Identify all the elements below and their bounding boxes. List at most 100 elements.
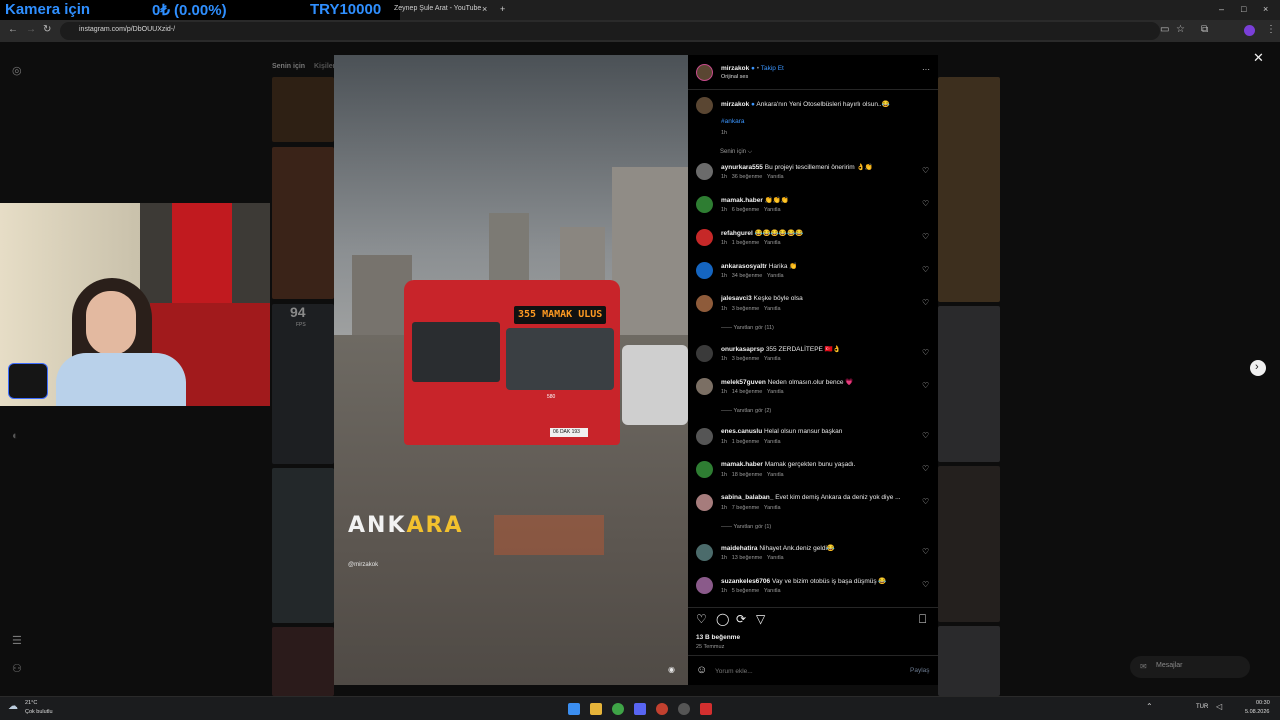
windows-start-icon[interactable]	[568, 703, 580, 715]
cast-icon[interactable]: ▭	[1160, 24, 1169, 35]
reply-button[interactable]: Yanıtla	[764, 439, 781, 445]
comment-likes[interactable]: 6 beğenme	[732, 207, 760, 213]
reply-button[interactable]: Yanıtla	[764, 207, 781, 213]
comment-likes[interactable]: 36 beğenme	[732, 174, 763, 180]
close-modal-button[interactable]: ✕	[1253, 50, 1264, 66]
hashtag-link[interactable]: #ankara	[721, 118, 745, 125]
reply-button[interactable]: Yanıtla	[767, 273, 784, 279]
mute-icon[interactable]: ◉	[668, 665, 675, 674]
feed-tile[interactable]	[938, 77, 1000, 302]
reply-button[interactable]: Yanıtla	[767, 389, 784, 395]
author-username[interactable]: mirzakok	[721, 65, 749, 72]
bookmark-star-icon[interactable]: ☆	[1176, 24, 1185, 35]
instagram-logo-icon[interactable]: ◎	[12, 64, 22, 77]
weather-icon[interactable]: ☁	[8, 701, 18, 712]
feed-tile[interactable]	[938, 626, 1000, 696]
reply-button[interactable]: Yanıtla	[764, 356, 781, 362]
feed-tile[interactable]	[938, 306, 1000, 462]
save-bookmark-icon[interactable]: ⎕	[919, 612, 926, 627]
feed-tile[interactable]	[272, 77, 334, 142]
back-icon[interactable]: ←	[8, 24, 18, 35]
comment-likes[interactable]: 1 beğenme	[732, 240, 760, 246]
comment-like-icon[interactable]: ♡	[922, 381, 929, 390]
post-comment-button[interactable]: Paylaş	[910, 667, 930, 674]
follow-button[interactable]: Takip Et	[761, 65, 784, 72]
commenter-avatar[interactable]	[696, 428, 713, 445]
commenter-username[interactable]: maidehatira	[721, 545, 758, 552]
commenter-username[interactable]: suzankeles6706	[721, 578, 770, 585]
commenter-username[interactable]: refahgurel	[721, 230, 753, 237]
app-icon[interactable]	[700, 703, 712, 715]
commenter-username[interactable]: jalesavci3	[721, 295, 752, 302]
comment-likes[interactable]: 7 beğenme	[732, 505, 760, 511]
author-avatar[interactable]	[696, 64, 713, 81]
forward-icon[interactable]: →	[26, 24, 36, 35]
comment-like-icon[interactable]: ♡	[922, 547, 929, 556]
file-explorer-icon[interactable]	[590, 703, 602, 715]
language-indicator[interactable]: TUR	[1196, 704, 1208, 710]
tray-chevron-icon[interactable]: ⌃	[1146, 702, 1153, 711]
feed-tab-for-you[interactable]: Senin için	[272, 63, 305, 70]
commenter-username[interactable]: onurkasaprsp	[721, 346, 764, 353]
share-icon[interactable]: ▽	[756, 612, 765, 626]
comment-input[interactable]	[715, 665, 895, 677]
feed-tile[interactable]	[272, 627, 334, 696]
comment-likes[interactable]: 3 beğenme	[732, 306, 760, 312]
commenter-avatar[interactable]	[696, 163, 713, 180]
reply-button[interactable]: Yanıtla	[764, 240, 781, 246]
comment-likes[interactable]: 3 beğenme	[732, 356, 760, 362]
comment-like-icon[interactable]: ♡	[922, 232, 929, 241]
comment-like-icon[interactable]: ♡	[922, 348, 929, 357]
commenter-avatar[interactable]	[696, 378, 713, 395]
feed-tab-people[interactable]: Kişiler	[314, 63, 335, 70]
commenter-username[interactable]: mamak.haber	[721, 461, 763, 468]
profile-avatar[interactable]	[1244, 25, 1255, 36]
reload-icon[interactable]: ↻	[43, 24, 51, 35]
reply-button[interactable]: Yanıtla	[767, 174, 784, 180]
commenter-avatar[interactable]	[696, 345, 713, 362]
reply-button[interactable]: Yanıtla	[767, 472, 784, 478]
emoji-picker-icon[interactable]: ☺	[696, 664, 707, 676]
menu-icon[interactable]: ☰	[12, 634, 22, 647]
commenter-username[interactable]: sabina_balaban_	[721, 494, 773, 501]
repost-icon[interactable]: ⟳	[736, 612, 746, 626]
commenter-username[interactable]: aynurkara555	[721, 164, 763, 171]
commenter-avatar[interactable]	[696, 295, 713, 312]
feed-tile[interactable]: 94 FPS	[272, 304, 334, 464]
messages-button[interactable]: ✉ Mesajlar	[1130, 656, 1250, 678]
caption-avatar[interactable]	[696, 97, 713, 114]
comment-icon[interactable]: ◯	[716, 612, 729, 626]
volume-icon[interactable]: ◁	[1216, 702, 1222, 711]
discord-icon[interactable]	[634, 703, 646, 715]
caption-username[interactable]: mirzakok	[721, 101, 749, 108]
reply-button[interactable]: Yanıtla	[764, 306, 781, 312]
comment-likes[interactable]: 13 beğenme	[732, 555, 763, 561]
comment-like-icon[interactable]: ♡	[922, 265, 929, 274]
comment-likes[interactable]: 5 beğenme	[732, 588, 760, 594]
next-post-button[interactable]: ›	[1250, 360, 1266, 376]
commenter-username[interactable]: ankarasosyaltr	[721, 263, 767, 270]
commenter-username[interactable]: enes.canuslu	[721, 428, 762, 435]
browser-menu-icon[interactable]: ⋮	[1266, 24, 1276, 35]
browser-tab-title[interactable]: Zeynep Şule Arat - YouTube	[394, 5, 481, 12]
commenter-avatar[interactable]	[696, 461, 713, 478]
more-options-button[interactable]: ···	[922, 65, 930, 74]
reel-video[interactable]: 355 MAMAK ULUS 580 06 DAK 193 ANKARA @mi…	[334, 55, 688, 685]
explore-icon[interactable]: ◐	[12, 430, 19, 442]
feed-tile[interactable]	[938, 466, 1000, 622]
likes-count[interactable]: 13 B beğenme	[696, 634, 740, 641]
commenter-avatar[interactable]	[696, 262, 713, 279]
comment-like-icon[interactable]: ♡	[922, 497, 929, 506]
feed-tile[interactable]	[272, 468, 334, 623]
comment-like-icon[interactable]: ♡	[922, 580, 929, 589]
clock-time[interactable]: 00:30	[1256, 700, 1270, 706]
chrome-icon[interactable]	[612, 703, 624, 715]
view-replies-button[interactable]: —— Yanıtları gör (2)	[721, 408, 771, 414]
app-icon[interactable]	[678, 703, 690, 715]
comment-sort-dropdown[interactable]: Senin için ⌵	[720, 149, 752, 156]
window-close-button[interactable]: ×	[1263, 4, 1268, 14]
comment-like-icon[interactable]: ♡	[922, 199, 929, 208]
commenter-avatar[interactable]	[696, 196, 713, 213]
commenter-avatar[interactable]	[696, 494, 713, 511]
address-bar[interactable]	[60, 22, 1160, 40]
